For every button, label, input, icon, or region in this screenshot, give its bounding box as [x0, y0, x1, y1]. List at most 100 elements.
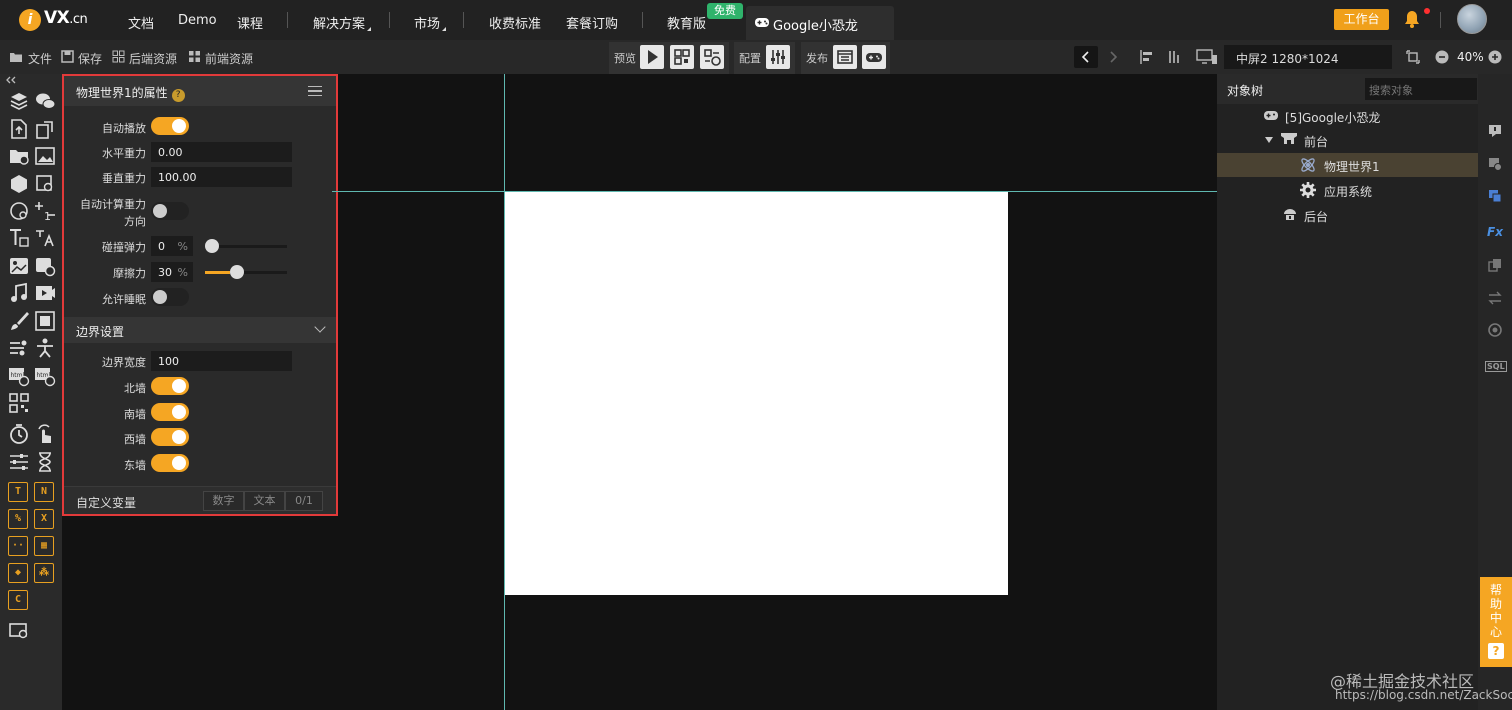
- qr-preview-button[interactable]: [670, 45, 694, 69]
- wall-south-toggle[interactable]: [151, 403, 189, 421]
- gallery-icon[interactable]: [8, 255, 30, 277]
- tree-node-front[interactable]: 前台: [1217, 128, 1478, 152]
- table-variable-icon[interactable]: ▦: [34, 536, 54, 556]
- backend-resources-button[interactable]: 后端资源: [129, 50, 177, 67]
- boundary-section-header[interactable]: 边界设置: [64, 317, 336, 343]
- copy-icon[interactable]: [1488, 258, 1502, 272]
- add-boolean-variable-button[interactable]: 0/1: [285, 491, 323, 511]
- boundary-width-input[interactable]: 100: [151, 351, 292, 371]
- project-tab[interactable]: Google小恐龙: [746, 6, 894, 40]
- layers-icon[interactable]: [8, 90, 30, 112]
- align-bar-icon[interactable]: [1166, 49, 1182, 65]
- logo-text[interactable]: VX.cn: [44, 8, 88, 28]
- avatar[interactable]: [1457, 4, 1487, 34]
- hexagon-icon[interactable]: [8, 173, 30, 195]
- collapse-icon[interactable]: [5, 76, 17, 84]
- align-left-icon[interactable]: [1139, 49, 1155, 65]
- actions-icon[interactable]: [1488, 189, 1502, 203]
- adjust-icon[interactable]: [8, 337, 30, 359]
- music-icon[interactable]: [8, 282, 30, 304]
- fit-screen-icon[interactable]: [1406, 50, 1420, 64]
- event-settings-icon[interactable]: [1488, 157, 1502, 171]
- html-settings-icon[interactable]: html: [34, 365, 56, 387]
- share-file-icon[interactable]: [34, 118, 56, 140]
- html-block-icon[interactable]: html: [8, 365, 30, 387]
- autoplay-toggle[interactable]: [151, 117, 189, 135]
- zoom-in-icon[interactable]: [1488, 50, 1502, 64]
- play-button[interactable]: [640, 45, 664, 69]
- object-search-input[interactable]: 搜索对象: [1365, 78, 1477, 100]
- wall-east-toggle[interactable]: [151, 454, 189, 472]
- tab-object-tree[interactable]: 对象树: [1227, 82, 1263, 99]
- image-settings-icon[interactable]: [34, 255, 56, 277]
- nav-plans[interactable]: 套餐订购: [566, 13, 618, 32]
- save-button[interactable]: 保存: [78, 50, 102, 67]
- file-menu[interactable]: 文件: [28, 50, 52, 67]
- nav-market[interactable]: 市场: [414, 13, 447, 32]
- text-tool-icon[interactable]: [8, 227, 30, 249]
- auto-gravity-toggle[interactable]: [151, 202, 189, 220]
- restitution-slider-knob[interactable]: [205, 239, 219, 253]
- help-center-button[interactable]: 帮助中心 ?: [1480, 577, 1512, 667]
- screen-component-icon[interactable]: [8, 620, 30, 642]
- gravity-y-input[interactable]: 100.00: [151, 167, 292, 187]
- function-icon[interactable]: Fx: [1487, 225, 1503, 239]
- zoom-out-icon[interactable]: [1435, 50, 1449, 64]
- person-icon[interactable]: [34, 337, 56, 359]
- config-button[interactable]: [766, 45, 790, 69]
- help-icon[interactable]: ?: [171, 89, 185, 102]
- bell-icon[interactable]: [1404, 10, 1420, 28]
- add-number-variable-button[interactable]: 数字: [203, 491, 244, 511]
- custom-variable-icon[interactable]: X: [34, 509, 54, 529]
- swap-icon[interactable]: [1488, 291, 1502, 305]
- restitution-input[interactable]: 0 %: [151, 236, 193, 256]
- wall-west-toggle[interactable]: [151, 428, 189, 446]
- tree-node-root[interactable]: [5]Google小恐龙: [1217, 104, 1478, 128]
- screen-size-select[interactable]: 中屏2 1280*1024: [1224, 45, 1392, 69]
- nav-docs[interactable]: 文档: [128, 13, 154, 32]
- nav-courses[interactable]: 课程: [237, 13, 263, 32]
- nav-education[interactable]: 教育版: [667, 13, 706, 32]
- hourglass-icon[interactable]: [34, 451, 56, 473]
- nav-demo[interactable]: Demo: [178, 13, 217, 28]
- gravity-x-input[interactable]: 0.00: [151, 142, 292, 162]
- counter-icon[interactable]: 1: [34, 200, 56, 222]
- timer-icon[interactable]: [8, 423, 30, 445]
- brush-icon[interactable]: [8, 310, 30, 332]
- add-text-variable-button[interactable]: 文本: [244, 491, 285, 511]
- search-frame-icon[interactable]: [34, 173, 56, 195]
- tree-node-physics-world[interactable]: 物理世界1: [1217, 153, 1478, 177]
- stage-canvas[interactable]: [504, 191, 1008, 595]
- tree-node-app-system[interactable]: 应用系统: [1217, 178, 1478, 202]
- friction-slider-knob[interactable]: [230, 265, 244, 279]
- api-icon[interactable]: [1488, 323, 1502, 337]
- wall-north-toggle[interactable]: [151, 377, 189, 395]
- friction-input[interactable]: 30 %: [151, 262, 193, 282]
- number-variable-icon[interactable]: N: [34, 482, 54, 502]
- info-icon[interactable]: [1488, 124, 1502, 138]
- caret-down-icon[interactable]: [1265, 136, 1273, 144]
- upload-icon[interactable]: [8, 118, 30, 140]
- allow-sleep-toggle[interactable]: [151, 288, 189, 306]
- folder-image-icon[interactable]: [8, 145, 30, 167]
- text-variable-icon[interactable]: T: [8, 482, 28, 502]
- chat-icon[interactable]: [34, 90, 56, 112]
- translate-icon[interactable]: [34, 227, 56, 249]
- array-variable-icon[interactable]: ··: [8, 536, 28, 556]
- monitor-icon[interactable]: [1196, 48, 1218, 66]
- debug-preview-button[interactable]: [700, 45, 724, 69]
- sliders-icon[interactable]: [8, 451, 30, 473]
- sql-icon[interactable]: SQL: [1485, 361, 1507, 372]
- color-variable-icon[interactable]: C: [8, 590, 28, 610]
- back-button[interactable]: [1074, 46, 1098, 68]
- menu-icon[interactable]: [308, 86, 322, 96]
- circle-search-icon[interactable]: [8, 200, 30, 222]
- qrcode-icon[interactable]: [8, 392, 30, 414]
- tree-node-backend[interactable]: 后台: [1217, 203, 1478, 227]
- video-icon[interactable]: [34, 282, 56, 304]
- nav-pricing[interactable]: 收费标准: [489, 13, 541, 32]
- tree-variable-icon[interactable]: ⁂: [34, 563, 54, 583]
- publish-game-button[interactable]: [862, 45, 886, 69]
- workspace-button[interactable]: 工作台: [1334, 9, 1389, 30]
- forward-button[interactable]: [1101, 46, 1125, 68]
